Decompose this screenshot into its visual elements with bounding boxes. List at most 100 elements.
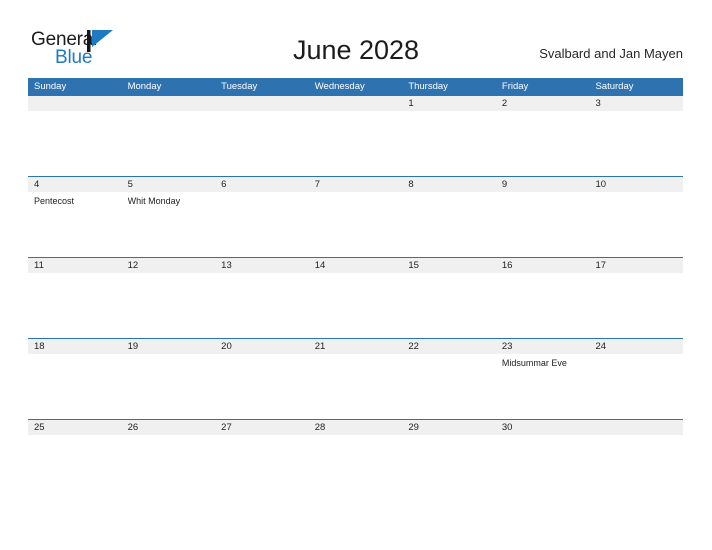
day-number[interactable]: 21 [309, 339, 403, 354]
day-cell[interactable] [122, 435, 216, 500]
page-header: General Blue June 2028 Svalbard and Jan … [0, 0, 712, 76]
day-number[interactable] [589, 420, 683, 435]
week-row: 18 19 20 21 22 23 24 Midsummar Eve [28, 338, 683, 419]
day-cell[interactable] [309, 111, 403, 176]
day-number[interactable]: 11 [28, 258, 122, 273]
day-number[interactable]: 7 [309, 177, 403, 192]
day-number[interactable]: 18 [28, 339, 122, 354]
day-number[interactable]: 3 [589, 96, 683, 111]
week-row: 25 26 27 28 29 30 [28, 419, 683, 500]
day-cell[interactable] [215, 435, 309, 500]
day-cell[interactable]: Pentecost [28, 192, 122, 257]
weekday-saturday: Saturday [595, 81, 634, 92]
week-event-cells [28, 111, 683, 176]
day-number[interactable] [122, 96, 216, 111]
day-event: Midsummar Eve [501, 358, 567, 368]
day-number[interactable]: 6 [215, 177, 309, 192]
day-number[interactable]: 2 [496, 96, 590, 111]
week-date-numbers: 25 26 27 28 29 30 [28, 419, 683, 435]
day-number[interactable]: 20 [215, 339, 309, 354]
day-cell[interactable] [215, 273, 309, 338]
day-cell[interactable] [496, 273, 590, 338]
day-cell[interactable] [309, 435, 403, 500]
day-number[interactable]: 9 [496, 177, 590, 192]
day-cell[interactable] [215, 354, 309, 419]
day-number[interactable]: 15 [402, 258, 496, 273]
week-row: 1 2 3 [28, 95, 683, 176]
day-cell[interactable] [122, 111, 216, 176]
weekday-header-row: Sunday Monday Tuesday Wednesday Thursday… [28, 78, 683, 95]
day-cell[interactable] [402, 435, 496, 500]
day-cell[interactable]: Whit Monday [122, 192, 216, 257]
day-number[interactable]: 26 [122, 420, 216, 435]
week-date-numbers: 18 19 20 21 22 23 24 [28, 338, 683, 354]
calendar-grid: Sunday Monday Tuesday Wednesday Thursday… [28, 78, 683, 500]
day-number[interactable] [215, 96, 309, 111]
day-cell[interactable] [309, 354, 403, 419]
day-cell[interactable] [28, 111, 122, 176]
week-date-numbers: 1 2 3 [28, 95, 683, 111]
day-cell[interactable] [589, 435, 683, 500]
day-number[interactable]: 22 [402, 339, 496, 354]
weekday-friday: Friday [501, 81, 529, 92]
day-number[interactable]: 28 [309, 420, 403, 435]
day-cell[interactable] [589, 273, 683, 338]
day-cell[interactable] [309, 273, 403, 338]
weekday-monday: Monday [127, 81, 162, 92]
weekday-sunday: Sunday [34, 81, 67, 92]
day-number[interactable]: 29 [402, 420, 496, 435]
calendar-page: General Blue June 2028 Svalbard and Jan … [0, 0, 712, 550]
day-number[interactable] [28, 96, 122, 111]
day-cell[interactable] [402, 192, 496, 257]
week-row: 4 5 6 7 8 9 10 Pentecost Whit Monday [28, 176, 683, 257]
day-number[interactable]: 25 [28, 420, 122, 435]
day-cell[interactable] [215, 111, 309, 176]
day-cell[interactable] [496, 435, 590, 500]
week-event-cells [28, 273, 683, 338]
day-number[interactable]: 17 [589, 258, 683, 273]
day-event: Pentecost [34, 196, 75, 206]
day-number[interactable]: 14 [309, 258, 403, 273]
day-cell[interactable] [122, 273, 216, 338]
day-cell[interactable] [28, 273, 122, 338]
day-number[interactable]: 12 [122, 258, 216, 273]
day-cell[interactable] [28, 354, 122, 419]
week-row: 11 12 13 14 15 16 17 [28, 257, 683, 338]
day-cell[interactable] [122, 354, 216, 419]
day-cell[interactable] [589, 354, 683, 419]
day-number[interactable]: 16 [496, 258, 590, 273]
day-cell[interactable] [28, 435, 122, 500]
day-number[interactable]: 27 [215, 420, 309, 435]
day-number[interactable]: 19 [122, 339, 216, 354]
day-cell[interactable] [402, 273, 496, 338]
day-number[interactable]: 5 [122, 177, 216, 192]
day-event: Whit Monday [127, 196, 181, 206]
day-cell[interactable] [402, 111, 496, 176]
week-event-cells: Pentecost Whit Monday [28, 192, 683, 257]
week-date-numbers: 4 5 6 7 8 9 10 [28, 176, 683, 192]
day-number[interactable]: 10 [589, 177, 683, 192]
weekday-thursday: Thursday [408, 81, 448, 92]
day-number[interactable]: 24 [589, 339, 683, 354]
region-label: Svalbard and Jan Mayen [539, 46, 683, 61]
day-cell[interactable] [402, 354, 496, 419]
day-cell[interactable] [496, 111, 590, 176]
day-number[interactable]: 1 [402, 96, 496, 111]
day-cell[interactable] [589, 111, 683, 176]
weekday-tuesday: Tuesday [221, 81, 258, 92]
day-number[interactable]: 4 [28, 177, 122, 192]
day-number[interactable] [309, 96, 403, 111]
weekday-wednesday: Wednesday [314, 81, 365, 92]
week-event-cells: Midsummar Eve [28, 354, 683, 419]
day-cell[interactable] [496, 192, 590, 257]
day-cell[interactable] [309, 192, 403, 257]
week-event-cells [28, 435, 683, 500]
day-number[interactable]: 23 [496, 339, 590, 354]
day-number[interactable]: 13 [215, 258, 309, 273]
day-number[interactable]: 30 [496, 420, 590, 435]
day-number[interactable]: 8 [402, 177, 496, 192]
week-date-numbers: 11 12 13 14 15 16 17 [28, 257, 683, 273]
day-cell[interactable] [215, 192, 309, 257]
day-cell[interactable] [589, 192, 683, 257]
day-cell[interactable]: Midsummar Eve [496, 354, 590, 419]
